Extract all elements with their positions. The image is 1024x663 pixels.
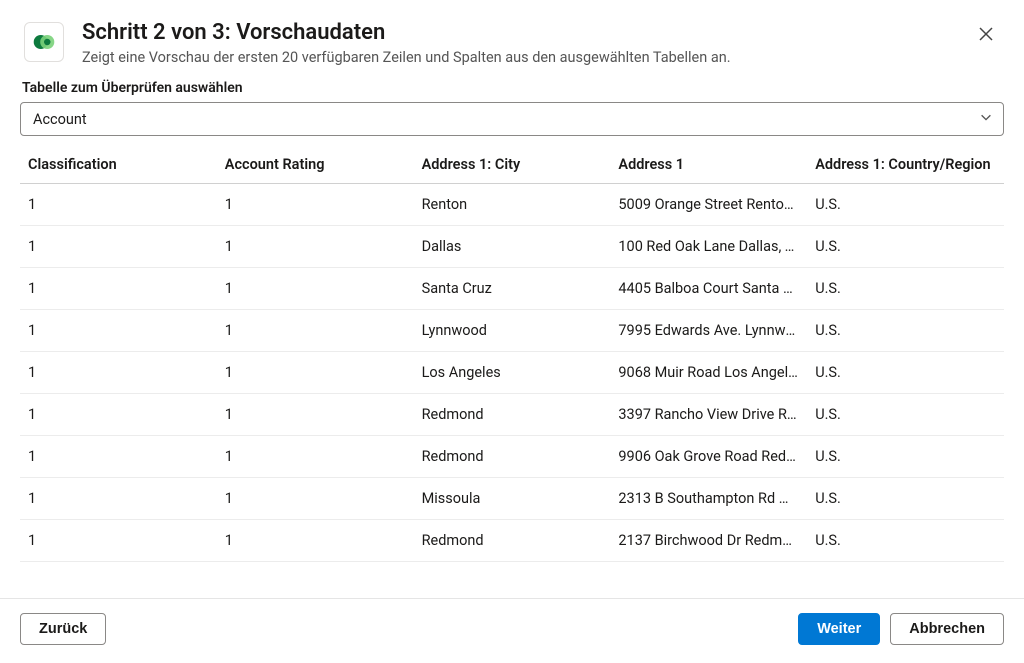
table-selector[interactable]: Account xyxy=(20,102,1004,136)
chevron-down-icon xyxy=(979,110,993,128)
cell-address: 9906 Oak Grove Road Redmond, Washington … xyxy=(610,436,807,478)
cell-country: U.S. xyxy=(807,436,1004,478)
cell-country: U.S. xyxy=(807,352,1004,394)
next-button[interactable]: Weiter xyxy=(798,613,880,645)
cell-rating: 1 xyxy=(217,352,414,394)
cell-address: 5009 Orange Street Renton, Washington 98… xyxy=(610,184,807,226)
app-icon xyxy=(24,22,64,62)
header-text: Schritt 2 von 3: Vorschaudaten Zeigt ein… xyxy=(82,20,954,66)
column-header-address-country[interactable]: Address 1: Country/Region xyxy=(807,146,1004,184)
table-row[interactable]: 11Lynnwood7995 Edwards Ave. Lynnwood, Wa… xyxy=(20,310,1004,352)
cell-address: 2313 B Southampton Rd Missoula, Montana … xyxy=(610,478,807,520)
table-row[interactable]: 11Dallas100 Red Oak Lane Dallas, Texas 7… xyxy=(20,226,1004,268)
cell-classification: 1 xyxy=(20,352,217,394)
cell-city: Renton xyxy=(414,184,611,226)
preview-data-dialog: Schritt 2 von 3: Vorschaudaten Zeigt ein… xyxy=(0,0,1024,663)
cell-classification: 1 xyxy=(20,184,217,226)
table-selector-value: Account xyxy=(33,111,87,128)
column-header-account-rating[interactable]: Account Rating xyxy=(217,146,414,184)
table-header-row: Classification Account Rating Address 1:… xyxy=(20,146,1004,184)
cell-country: U.S. xyxy=(807,310,1004,352)
table-row[interactable]: 11Santa Cruz4405 Balboa Court Santa Cruz… xyxy=(20,268,1004,310)
dialog-header: Schritt 2 von 3: Vorschaudaten Zeigt ein… xyxy=(0,0,1024,76)
cell-rating: 1 xyxy=(217,268,414,310)
cell-country: U.S. xyxy=(807,268,1004,310)
cell-classification: 1 xyxy=(20,310,217,352)
cell-city: Dallas xyxy=(414,226,611,268)
cell-country: U.S. xyxy=(807,520,1004,562)
column-header-address[interactable]: Address 1 xyxy=(610,146,807,184)
dialog-subtitle: Zeigt eine Vorschau der ersten 20 verfüg… xyxy=(82,49,954,66)
cell-rating: 1 xyxy=(217,394,414,436)
cell-classification: 1 xyxy=(20,520,217,562)
cell-city: Redmond xyxy=(414,436,611,478)
cell-country: U.S. xyxy=(807,226,1004,268)
dialog-body: Tabelle zum Überprüfen auswählen Account… xyxy=(0,76,1024,598)
footer-right-group: Weiter Abbrechen xyxy=(798,613,1004,645)
table-row[interactable]: 11Los Angeles9068 Muir Road Los Angeles,… xyxy=(20,352,1004,394)
table-row[interactable]: 11Redmond3397 Rancho View Drive Redmond,… xyxy=(20,394,1004,436)
cancel-button[interactable]: Abbrechen xyxy=(890,613,1004,645)
cell-address: 4405 Balboa Court Santa Cruz, California… xyxy=(610,268,807,310)
table-row[interactable]: 11Renton5009 Orange Street Renton, Washi… xyxy=(20,184,1004,226)
cell-city: Los Angeles xyxy=(414,352,611,394)
cell-classification: 1 xyxy=(20,394,217,436)
dialog-title: Schritt 2 von 3: Vorschaudaten xyxy=(82,20,954,45)
cell-classification: 1 xyxy=(20,436,217,478)
close-button[interactable] xyxy=(972,20,1000,48)
cell-city: Redmond xyxy=(414,394,611,436)
cell-city: Santa Cruz xyxy=(414,268,611,310)
table-row[interactable]: 11Redmond9906 Oak Grove Road Redmond, Wa… xyxy=(20,436,1004,478)
table-selector-label: Tabelle zum Überprüfen auswählen xyxy=(22,80,1004,96)
cell-city: Missoula xyxy=(414,478,611,520)
back-button[interactable]: Zurück xyxy=(20,613,106,645)
cell-rating: 1 xyxy=(217,436,414,478)
cell-rating: 1 xyxy=(217,184,414,226)
cell-classification: 1 xyxy=(20,268,217,310)
cell-country: U.S. xyxy=(807,184,1004,226)
preview-table-wrap: Classification Account Rating Address 1:… xyxy=(20,146,1004,598)
preview-table: Classification Account Rating Address 1:… xyxy=(20,146,1004,562)
cell-classification: 1 xyxy=(20,226,217,268)
cell-address: 100 Red Oak Lane Dallas, Texas 75234 U.S… xyxy=(610,226,807,268)
table-row[interactable]: 11Missoula2313 B Southampton Rd Missoula… xyxy=(20,478,1004,520)
table-row[interactable]: 11Redmond2137 Birchwood Dr Redmond, Wash… xyxy=(20,520,1004,562)
cell-rating: 1 xyxy=(217,520,414,562)
cell-rating: 1 xyxy=(217,310,414,352)
cell-address: 7995 Edwards Ave. Lynnwood, Washington 9… xyxy=(610,310,807,352)
cell-classification: 1 xyxy=(20,478,217,520)
cell-address: 3397 Rancho View Drive Redmond, Washingt… xyxy=(610,394,807,436)
cell-rating: 1 xyxy=(217,226,414,268)
cell-city: Redmond xyxy=(414,520,611,562)
cell-country: U.S. xyxy=(807,394,1004,436)
cell-address: 9068 Muir Road Los Angeles, California 9… xyxy=(610,352,807,394)
cell-country: U.S. xyxy=(807,478,1004,520)
cell-address: 2137 Birchwood Dr Redmond, Washington 98… xyxy=(610,520,807,562)
cell-rating: 1 xyxy=(217,478,414,520)
cell-city: Lynnwood xyxy=(414,310,611,352)
column-header-classification[interactable]: Classification xyxy=(20,146,217,184)
column-header-address-city[interactable]: Address 1: City xyxy=(414,146,611,184)
dialog-footer: Zurück Weiter Abbrechen xyxy=(0,598,1024,663)
